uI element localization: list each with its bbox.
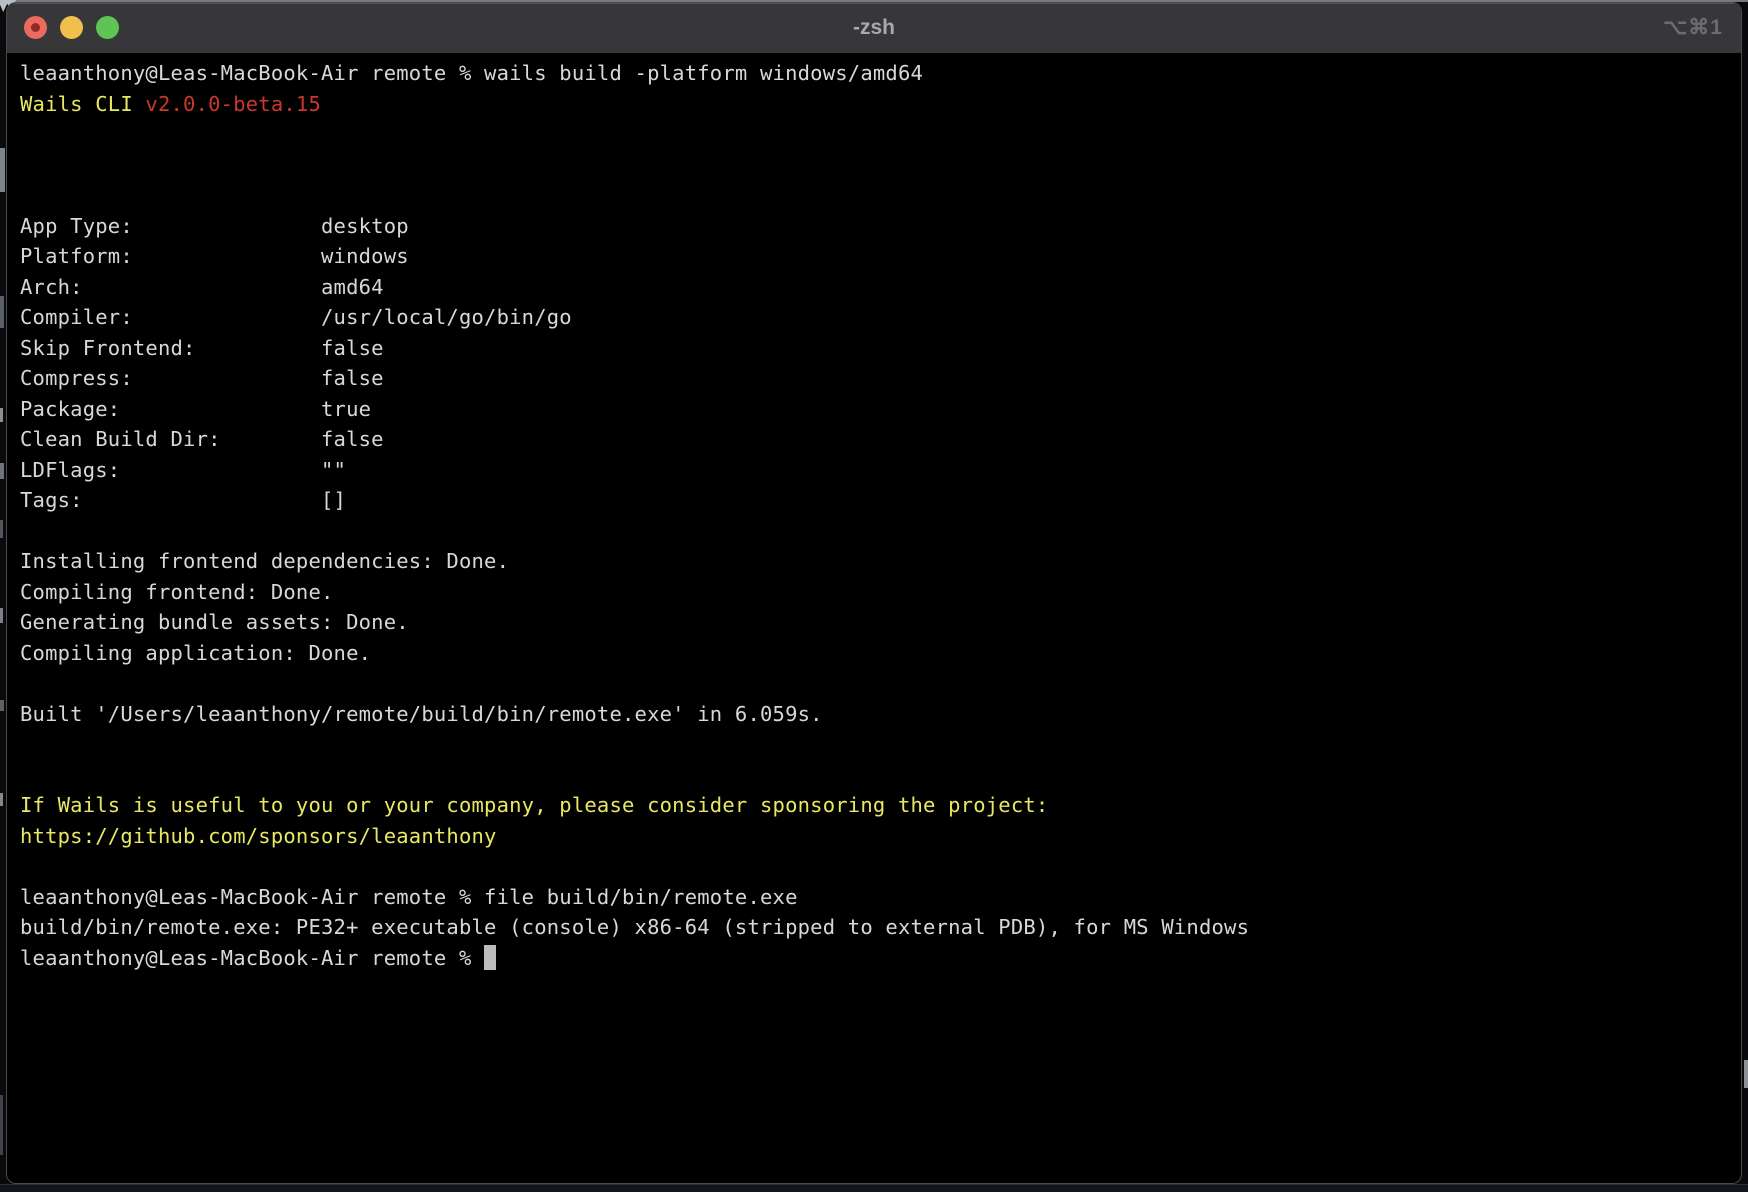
terminal-line: Installing frontend dependencies: Done. <box>20 546 1729 577</box>
background-window-fragment <box>0 148 5 192</box>
desktop-background: -zsh ⌥⌘1 leaanthony@Leas-MacBook-Air rem… <box>0 0 1748 1192</box>
terminal-line: Compiling frontend: Done. <box>20 577 1729 608</box>
terminal-line <box>20 668 1729 699</box>
background-window-fragment <box>0 700 4 711</box>
terminal-line: App Type: desktop <box>20 211 1729 242</box>
terminal-line <box>20 851 1729 882</box>
terminal-line <box>20 150 1729 181</box>
background-window-fragment <box>0 793 3 806</box>
terminal-line: leaanthony@Leas-MacBook-Air remote % fil… <box>20 882 1729 913</box>
background-window-fragment <box>0 1095 3 1155</box>
terminal-line: https://github.com/sponsors/leaanthony <box>20 821 1729 852</box>
terminal-line: Compiling application: Done. <box>20 638 1729 669</box>
terminal-line: If Wails is useful to you or your compan… <box>20 790 1729 821</box>
terminal-line: Platform: windows <box>20 241 1729 272</box>
terminal-line: Skip Frontend: false <box>20 333 1729 364</box>
terminal-line: build/bin/remote.exe: PE32+ executable (… <box>20 912 1729 943</box>
background-window-fragment <box>0 408 3 422</box>
terminal-line: Arch: amd64 <box>20 272 1729 303</box>
terminal-line: Compiler: /usr/local/go/bin/go <box>20 302 1729 333</box>
terminal-line: Clean Build Dir: false <box>20 424 1729 455</box>
terminal-line <box>20 729 1729 760</box>
terminal-window: -zsh ⌥⌘1 leaanthony@Leas-MacBook-Air rem… <box>6 2 1742 1184</box>
terminal-line: LDFlags: "" <box>20 455 1729 486</box>
terminal-line: leaanthony@Leas-MacBook-Air remote % <box>20 943 1729 974</box>
terminal-line: Compress: false <box>20 363 1729 394</box>
terminal-line <box>20 180 1729 211</box>
terminal-line: Package: true <box>20 394 1729 425</box>
terminal-line: leaanthony@Leas-MacBook-Air remote % wai… <box>20 58 1729 89</box>
background-window-fragment <box>0 296 4 328</box>
terminal-line <box>20 760 1729 791</box>
terminal-line: Tags: [] <box>20 485 1729 516</box>
terminal-line: Generating bundle assets: Done. <box>20 607 1729 638</box>
window-title: -zsh <box>7 3 1741 53</box>
background-window-fragment <box>0 520 3 538</box>
terminal-line: Built '/Users/leaanthony/remote/build/bi… <box>20 699 1729 730</box>
terminal-line <box>20 119 1729 150</box>
window-shortcut-badge: ⌥⌘1 <box>1663 3 1723 53</box>
background-window-fragment <box>0 608 3 623</box>
terminal-line: Wails CLI v2.0.0-beta.15 <box>20 89 1729 120</box>
terminal-line <box>20 516 1729 547</box>
screen-bottom-strip <box>0 1184 1748 1192</box>
background-window-fragment <box>0 463 4 479</box>
text-cursor <box>484 945 496 970</box>
titlebar[interactable]: -zsh ⌥⌘1 <box>7 3 1741 54</box>
terminal-screen[interactable]: leaanthony@Leas-MacBook-Air remote % wai… <box>7 54 1741 973</box>
background-window-fragment <box>1744 1060 1748 1088</box>
